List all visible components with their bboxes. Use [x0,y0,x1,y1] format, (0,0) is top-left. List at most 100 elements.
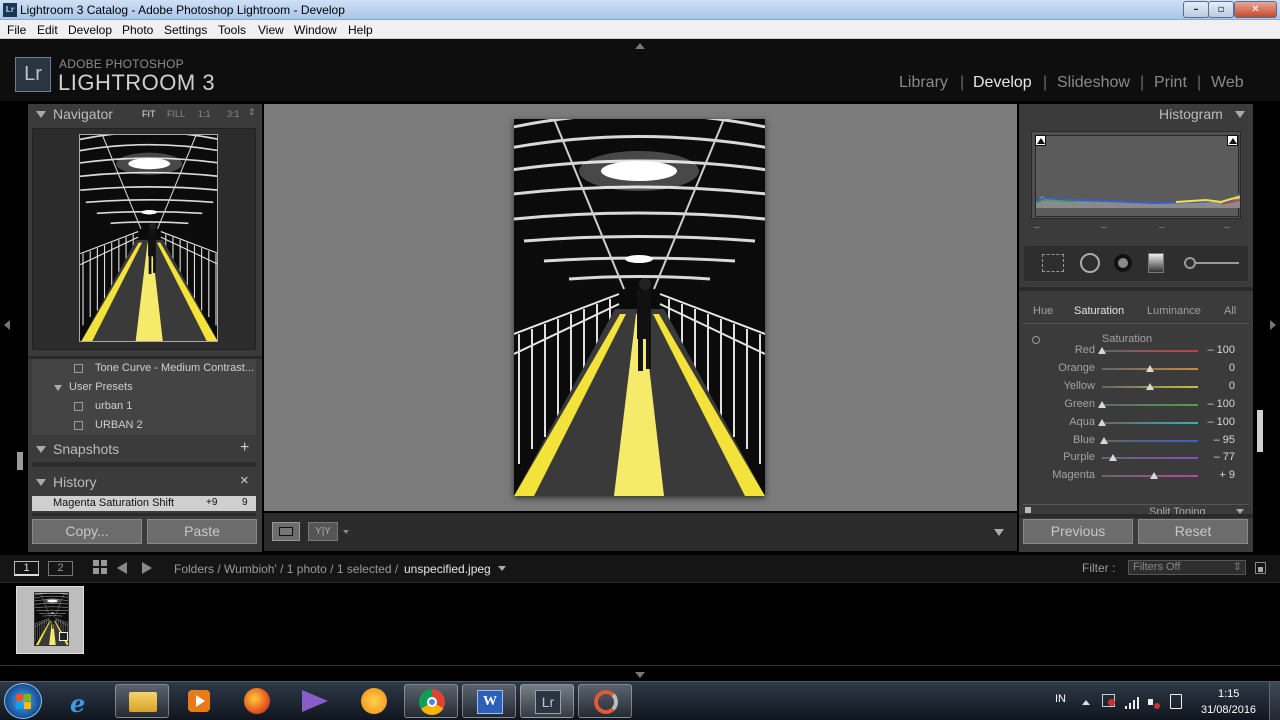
filmstrip-thumbnail[interactable] [16,586,84,654]
collapse-triangle-icon[interactable] [1235,111,1245,118]
menu-help[interactable]: Help [348,23,373,37]
left-panel-scrollbar[interactable] [17,452,23,470]
spot-removal-tool-icon[interactable] [1080,253,1100,273]
snapshots-header[interactable]: Snapshots + [28,439,262,461]
messenger-icon[interactable] [346,684,400,718]
module-library[interactable]: Library [899,74,948,92]
right-panel-toggle-icon[interactable] [1270,320,1276,330]
maximize-button[interactable]: ▫ [1208,1,1234,18]
media-player-icon[interactable] [172,684,226,718]
slider-value-orange[interactable]: 0 [1195,362,1235,374]
zoom-1-1[interactable]: 1:1 [198,109,211,119]
minimize-button[interactable]: – [1183,1,1209,18]
filter-select[interactable]: Filters Off ⇕ [1128,560,1246,575]
filmstrip-filename[interactable]: unspecified.jpeg [404,562,491,576]
slider-thumb-magenta[interactable] [1150,472,1158,479]
module-slideshow[interactable]: Slideshow [1057,74,1130,92]
history-entry[interactable]: Magenta Saturation Shift +9 9 [32,496,256,511]
collapse-bottom-arrow-icon[interactable] [635,672,645,678]
slider-value-purple[interactable]: – 77 [1195,451,1235,463]
start-button[interactable] [4,683,42,719]
slider-track-blue[interactable] [1102,440,1198,442]
menu-settings[interactable]: Settings [164,23,207,37]
slider-track-red[interactable] [1102,350,1198,352]
main-screen-button[interactable]: 1 [14,561,39,576]
before-after-menu-icon[interactable] [343,530,349,534]
menu-tools[interactable]: Tools [218,23,246,37]
slider-track-green[interactable] [1102,404,1198,406]
chrome-icon[interactable] [404,684,458,718]
navigator-preview[interactable] [32,128,256,350]
histogram[interactable] [1031,131,1241,219]
target-adjustment-icon[interactable] [1032,336,1040,344]
menu-photo[interactable]: Photo [122,23,153,37]
collapse-triangle-icon[interactable] [36,111,46,118]
visual-studio-icon[interactable] [288,684,342,718]
tab-saturation[interactable]: Saturation [1074,305,1124,317]
crop-tool-icon[interactable] [1042,254,1064,272]
menu-develop[interactable]: Develop [68,23,112,37]
previous-button[interactable]: Previous [1023,519,1133,544]
navigator-thumbnail[interactable] [79,134,218,342]
red-eye-tool-icon[interactable] [1114,254,1132,272]
clear-history-icon[interactable]: × [240,472,249,489]
slider-value-yellow[interactable]: 0 [1195,380,1235,392]
toolbar-menu-icon[interactable] [994,529,1004,536]
module-web[interactable]: Web [1211,74,1244,92]
network-signal-icon[interactable] [1125,697,1139,709]
before-after-button[interactable]: Y|Y [308,522,338,541]
lightroom-taskbar-icon[interactable]: Lr [520,684,574,718]
tab-luminance[interactable]: Luminance [1147,305,1201,317]
reset-button[interactable]: Reset [1138,519,1248,544]
clock-date[interactable]: 31/08/2016 [1201,704,1256,716]
collapse-triangle-icon[interactable] [36,479,46,486]
zoom-3-1[interactable]: 3:1 [227,109,240,119]
panel-switch-icon[interactable] [1025,507,1031,513]
action-center-icon[interactable] [1102,694,1115,707]
slider-thumb-orange[interactable] [1146,365,1154,372]
show-hidden-icons-icon[interactable] [1082,700,1090,705]
menu-view[interactable]: View [258,23,284,37]
menu-window[interactable]: Window [294,23,337,37]
collapse-triangle-icon[interactable] [36,446,46,453]
slider-thumb-aqua[interactable] [1098,419,1106,426]
menu-edit[interactable]: Edit [37,23,58,37]
split-toning-header[interactable]: Split Toning [1023,504,1249,514]
slider-value-green[interactable]: – 100 [1195,398,1235,410]
highlight-clipping-toggle[interactable] [1227,135,1238,146]
zoom-fill[interactable]: FILL [167,109,185,119]
slider-thumb-blue[interactable] [1100,437,1108,444]
slider-thumb-purple[interactable] [1109,454,1117,461]
slider-value-aqua[interactable]: – 100 [1195,416,1235,428]
module-print[interactable]: Print [1154,74,1187,92]
filename-menu-icon[interactable] [498,566,506,571]
volume-muted-icon[interactable] [1148,695,1162,709]
navigator-header[interactable]: Navigator FIT FILL 1:1 3:1 ⇕ [28,104,262,126]
clock-time[interactable]: 1:15 [1218,688,1239,700]
shadow-clipping-toggle[interactable] [1035,135,1046,146]
slider-thumb-green[interactable] [1098,401,1106,408]
forward-arrow-icon[interactable] [142,562,152,574]
slider-value-red[interactable]: – 100 [1195,344,1235,356]
loupe-view-button[interactable] [272,522,300,541]
paste-button[interactable]: Paste [147,519,257,544]
slider-value-blue[interactable]: – 95 [1195,434,1235,446]
slider-thumb-red[interactable] [1098,347,1106,354]
zoom-menu-icon[interactable]: ⇕ [248,107,256,118]
preset-folder[interactable]: User Presets [32,378,256,397]
word-icon[interactable]: W [462,684,516,718]
screen-recorder-icon[interactable] [578,684,632,718]
copy-button[interactable]: Copy... [32,519,142,544]
zoom-fit[interactable]: FIT [142,109,156,119]
language-indicator[interactable]: IN [1055,693,1066,705]
main-photo[interactable] [514,119,765,496]
tab-all[interactable]: All [1224,305,1236,317]
slider-thumb-yellow[interactable] [1146,383,1154,390]
tab-hue[interactable]: Hue [1033,305,1053,317]
slider-value-magenta[interactable]: + 9 [1195,469,1235,481]
module-develop[interactable]: Develop [973,74,1032,92]
filmstrip-path[interactable]: Folders / Wumbioh' / 1 photo / 1 selecte… [174,562,398,576]
menu-file[interactable]: File [7,23,26,37]
right-panel-scrollbar[interactable] [1257,410,1263,452]
close-button[interactable]: ✕ [1234,1,1277,18]
